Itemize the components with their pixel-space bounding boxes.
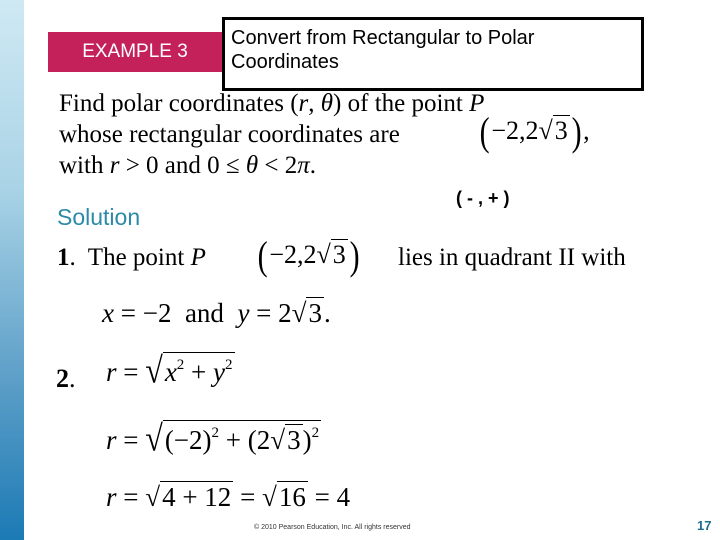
radicand: x2 + y2	[162, 352, 235, 387]
step1-point: (−2,2√3)	[256, 232, 361, 279]
equation-1: r = √x2 + y2	[106, 349, 235, 391]
example-badge-label: EXAMPLE 3	[82, 41, 188, 62]
radical: √3	[291, 297, 324, 328]
step-number: 1	[57, 244, 70, 271]
paren-open: (	[479, 109, 490, 154]
point-coordinates: (−2,2√3),	[478, 108, 590, 155]
step-1-rest: lies in quadrant II with	[398, 244, 626, 271]
quadrant-sign-hint: ( - , + )	[456, 188, 510, 208]
y-coefficient: 2	[303, 240, 317, 269]
term-a: (−2)	[164, 425, 212, 455]
text: +	[219, 425, 248, 455]
text: =	[116, 357, 146, 387]
text: ) of the point	[333, 90, 470, 117]
paren-open: (	[257, 233, 268, 278]
text: .	[69, 364, 76, 393]
example-badge: EXAMPLE 3	[48, 32, 222, 72]
radical: √3	[316, 239, 348, 269]
solution-heading: Solution	[57, 204, 141, 230]
problem-statement: Find polar coordinates (r, θ) of the poi…	[59, 88, 484, 181]
radicand: 4 + 12	[160, 481, 234, 512]
text: ,	[583, 116, 590, 145]
radicand: 3	[552, 115, 570, 145]
x-coordinate: −2,	[269, 240, 304, 269]
sqrt-icon: √	[145, 349, 163, 391]
text: = −2 and	[113, 298, 238, 328]
var-theta: θ	[320, 90, 334, 117]
term-b: (2	[247, 425, 271, 455]
var-y: y	[213, 357, 226, 387]
text: > 0 and 0 ≤	[119, 152, 246, 179]
problem-line-1: Find polar coordinates (r, θ) of the poi…	[59, 88, 484, 119]
text: = 2	[249, 298, 292, 328]
step-1: 1. The point P	[57, 244, 206, 272]
step-2-number: 2.	[56, 364, 76, 394]
var-r: r	[106, 482, 117, 512]
problem-line-2: whose rectangular coordinates are	[59, 119, 484, 150]
var-theta: θ	[245, 152, 259, 179]
radicand: 3	[330, 239, 348, 269]
var-x: x	[102, 298, 114, 328]
var-r: r	[109, 152, 120, 179]
equation-2: r = √(−2)2 + (2√3)2	[106, 417, 322, 459]
slide-title: Convert from Rectangular to Polar Coordi…	[222, 17, 644, 91]
x-coordinate: −2,	[491, 116, 526, 145]
problem-line-3: with r > 0 and 0 ≤ θ < 2π.	[59, 150, 484, 181]
radicand: 16	[276, 481, 308, 512]
radicand: (−2)2 + (2√3)2	[162, 420, 322, 455]
radical: √4 + 12	[145, 481, 234, 512]
slide-title-line2: Coordinates	[231, 51, 339, 73]
y-coefficient: 2	[525, 116, 539, 145]
page-number: 17	[697, 518, 712, 533]
text: The point	[75, 244, 191, 271]
text: =	[116, 425, 146, 455]
side-gradient-strip	[0, 0, 24, 540]
text: with	[59, 152, 110, 179]
copyright-footer: © 2010 Pearson Education, Inc. All right…	[254, 524, 411, 531]
var-y: y	[237, 298, 250, 328]
radical: √16	[262, 481, 308, 512]
text: =	[116, 482, 146, 512]
text: =	[233, 482, 263, 512]
radicand: 3	[285, 424, 303, 455]
var-x: x	[164, 357, 177, 387]
text: < 2	[258, 152, 298, 179]
equation-3: r = √4 + 12 = √16 = 4	[106, 481, 351, 513]
text: Find polar coordinates (	[59, 90, 299, 117]
text: .	[309, 152, 317, 179]
text: whose rectangular coordinates are	[59, 121, 400, 148]
radical: √3	[270, 424, 303, 455]
radicand: 3	[306, 297, 324, 328]
sqrt-icon: √	[145, 417, 163, 459]
var-r: r	[106, 357, 117, 387]
text: = 4	[307, 482, 351, 512]
var-pi: π	[297, 152, 310, 179]
text: ,	[308, 90, 321, 117]
text: )	[302, 425, 312, 455]
radical: √3	[538, 115, 570, 145]
exponent: 2	[211, 425, 220, 441]
text: +	[184, 357, 214, 387]
text: .	[323, 298, 331, 328]
var-r: r	[298, 90, 309, 117]
exponent: 2	[311, 425, 320, 441]
paren-close: )	[571, 109, 582, 154]
xy-values: x = −2 and y = 2√3.	[102, 297, 331, 329]
var-P: P	[190, 244, 206, 271]
var-r: r	[106, 425, 117, 455]
step-number: 2	[56, 364, 69, 393]
slide-title-line1: Convert from Rectangular to Polar	[231, 27, 535, 49]
exponent: 2	[225, 357, 233, 373]
paren-close: )	[349, 233, 360, 278]
